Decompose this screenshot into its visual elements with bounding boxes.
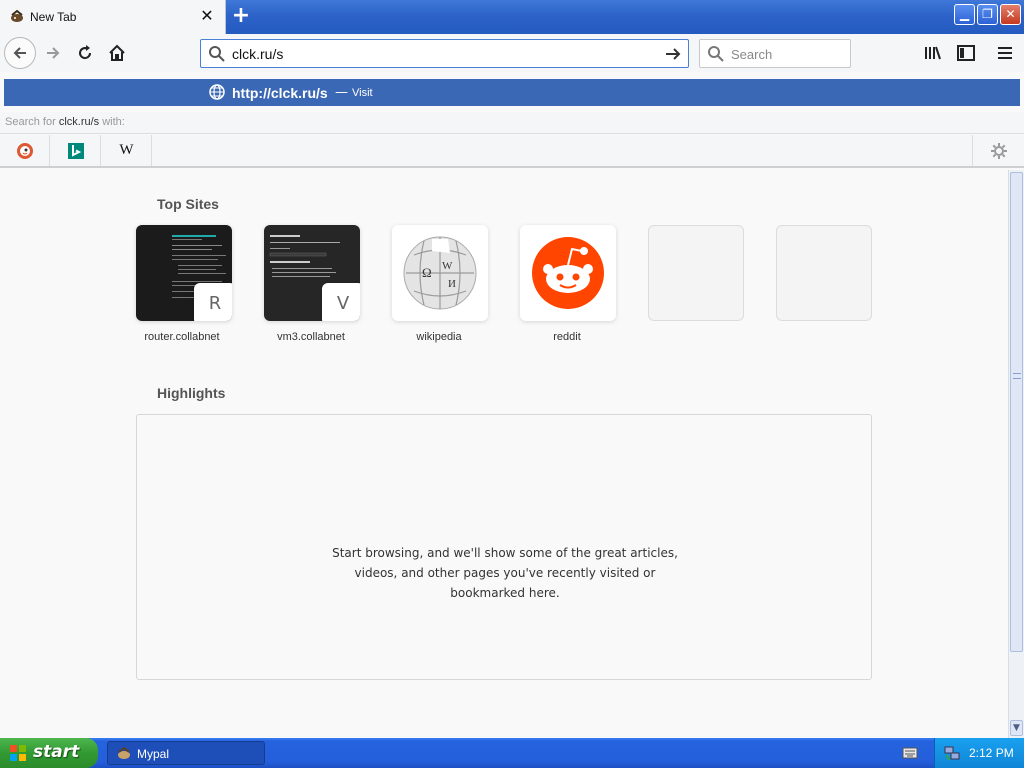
- empty-top-site-slot[interactable]: [648, 225, 744, 321]
- home-button[interactable]: [102, 39, 132, 67]
- title-bar: New Tab ✕ + ▁ ❐ ✕: [0, 0, 1024, 34]
- svg-text:W: W: [442, 260, 453, 272]
- windows-flag-icon: [9, 744, 27, 762]
- sidebar-icon: [957, 45, 975, 61]
- tile-letter: V: [322, 283, 360, 321]
- library-icon: [925, 46, 941, 60]
- top-site-tile[interactable]: R: [136, 225, 232, 321]
- start-button[interactable]: start: [0, 738, 98, 768]
- engine-duckduckgo[interactable]: [0, 135, 50, 166]
- search-engine-bar: W: [0, 135, 1024, 168]
- search-for-row: Search for clck.ru/s with:: [0, 112, 1024, 134]
- gear-icon: [990, 142, 1007, 159]
- globe-icon: [208, 83, 226, 104]
- highlights-message-line: videos, and other pages you've recently …: [354, 566, 656, 580]
- highlights-message-line: Start browsing, and we'll show some of t…: [332, 546, 678, 560]
- clock: 2:12 PM: [969, 746, 1014, 760]
- arrow-right-icon: [47, 47, 60, 59]
- hamburger-menu-icon: [998, 47, 1012, 59]
- autocomplete-visit-row[interactable]: http://clck.ru/s — Visit: [4, 79, 1020, 106]
- start-label: start: [33, 742, 80, 762]
- highlights-title: Highlights: [157, 385, 226, 401]
- tab-new-tab[interactable]: New Tab ✕: [0, 0, 226, 34]
- highlights-message-line: bookmarked here.: [450, 586, 560, 600]
- search-placeholder: Search: [731, 47, 773, 62]
- search-for-query: clck.ru/s: [58, 116, 100, 128]
- engine-bing[interactable]: [51, 135, 101, 166]
- search-bar[interactable]: Search: [699, 39, 851, 68]
- top-site-label: vm3.collabnet: [277, 331, 345, 343]
- top-site-tile[interactable]: Ω W И: [392, 225, 488, 321]
- taskbar-window-label: Mypal: [137, 747, 170, 761]
- restore-button[interactable]: ❐: [977, 4, 998, 25]
- visit-separator: —: [335, 85, 348, 100]
- navigation-toolbar: clck.ru/s Search: [0, 34, 1024, 72]
- wikipedia-globe-icon: Ω W И: [403, 236, 477, 310]
- new-tab-page: Top Sites R router.collabnet V vm3.colla…: [0, 170, 1008, 738]
- system-tray: 2:12 PM: [934, 738, 1024, 768]
- keyboard-layout-icon[interactable]: [902, 746, 918, 763]
- menu-button[interactable]: [990, 39, 1020, 67]
- scroll-down-arrow-icon[interactable]: ▼: [1010, 720, 1023, 736]
- reload-icon: [79, 45, 92, 60]
- vertical-scrollbar[interactable]: ▼: [1008, 170, 1024, 738]
- tile-letter: R: [194, 283, 232, 321]
- close-window-button[interactable]: ✕: [1000, 4, 1021, 25]
- scrollbar-thumb[interactable]: [1010, 172, 1023, 652]
- mypal-icon: [116, 746, 132, 765]
- taskbar-window-mypal[interactable]: Mypal: [107, 741, 265, 765]
- forward-button[interactable]: [38, 39, 68, 67]
- new-tab-button[interactable]: +: [230, 4, 252, 28]
- tab-title: New Tab: [30, 10, 77, 24]
- empty-top-site-slot[interactable]: [776, 225, 872, 321]
- reload-button[interactable]: [70, 39, 100, 67]
- tab-close-icon[interactable]: ✕: [199, 8, 215, 24]
- top-site-label: reddit: [553, 331, 581, 343]
- duckduckgo-icon: [16, 142, 33, 159]
- scrollbar-grip-icon: [1013, 373, 1021, 379]
- sidebar-button[interactable]: [951, 39, 981, 67]
- svg-text:Ω: Ω: [422, 265, 432, 280]
- top-site-label: wikipedia: [416, 331, 462, 343]
- mypal-favicon-icon: [9, 9, 25, 25]
- search-icon: [208, 45, 226, 66]
- url-input[interactable]: clck.ru/s: [232, 46, 283, 62]
- taskbar: start Mypal 2:12 PM: [0, 738, 1024, 768]
- visit-url: http://clck.ru/s: [232, 85, 328, 101]
- top-site-tile[interactable]: [520, 225, 616, 321]
- minimize-button[interactable]: ▁: [954, 4, 975, 25]
- wikipedia-icon: W: [119, 142, 134, 158]
- svg-text:И: И: [448, 278, 456, 290]
- home-icon: [109, 44, 125, 61]
- arrow-left-icon: [13, 47, 26, 59]
- url-bar[interactable]: clck.ru/s: [200, 39, 689, 68]
- highlights-message: Start browsing, and we'll show some of t…: [137, 543, 873, 603]
- search-settings-button[interactable]: [972, 135, 1024, 166]
- back-button[interactable]: [4, 37, 36, 69]
- library-button[interactable]: [918, 39, 948, 67]
- engine-wikipedia[interactable]: W: [102, 135, 152, 166]
- search-for-prefix: Search for: [5, 116, 56, 128]
- reddit-icon: [532, 237, 604, 309]
- visit-label: Visit: [352, 87, 373, 99]
- search-for-suffix: with:: [102, 116, 125, 128]
- go-arrow-icon[interactable]: [664, 45, 682, 66]
- top-sites-title: Top Sites: [157, 196, 219, 212]
- bing-icon: [67, 142, 84, 159]
- search-icon: [707, 45, 725, 66]
- top-site-label: router.collabnet: [144, 331, 220, 343]
- top-site-tile[interactable]: V: [264, 225, 360, 321]
- network-icon[interactable]: [943, 744, 961, 765]
- highlights-empty-state: Start browsing, and we'll show some of t…: [136, 414, 872, 680]
